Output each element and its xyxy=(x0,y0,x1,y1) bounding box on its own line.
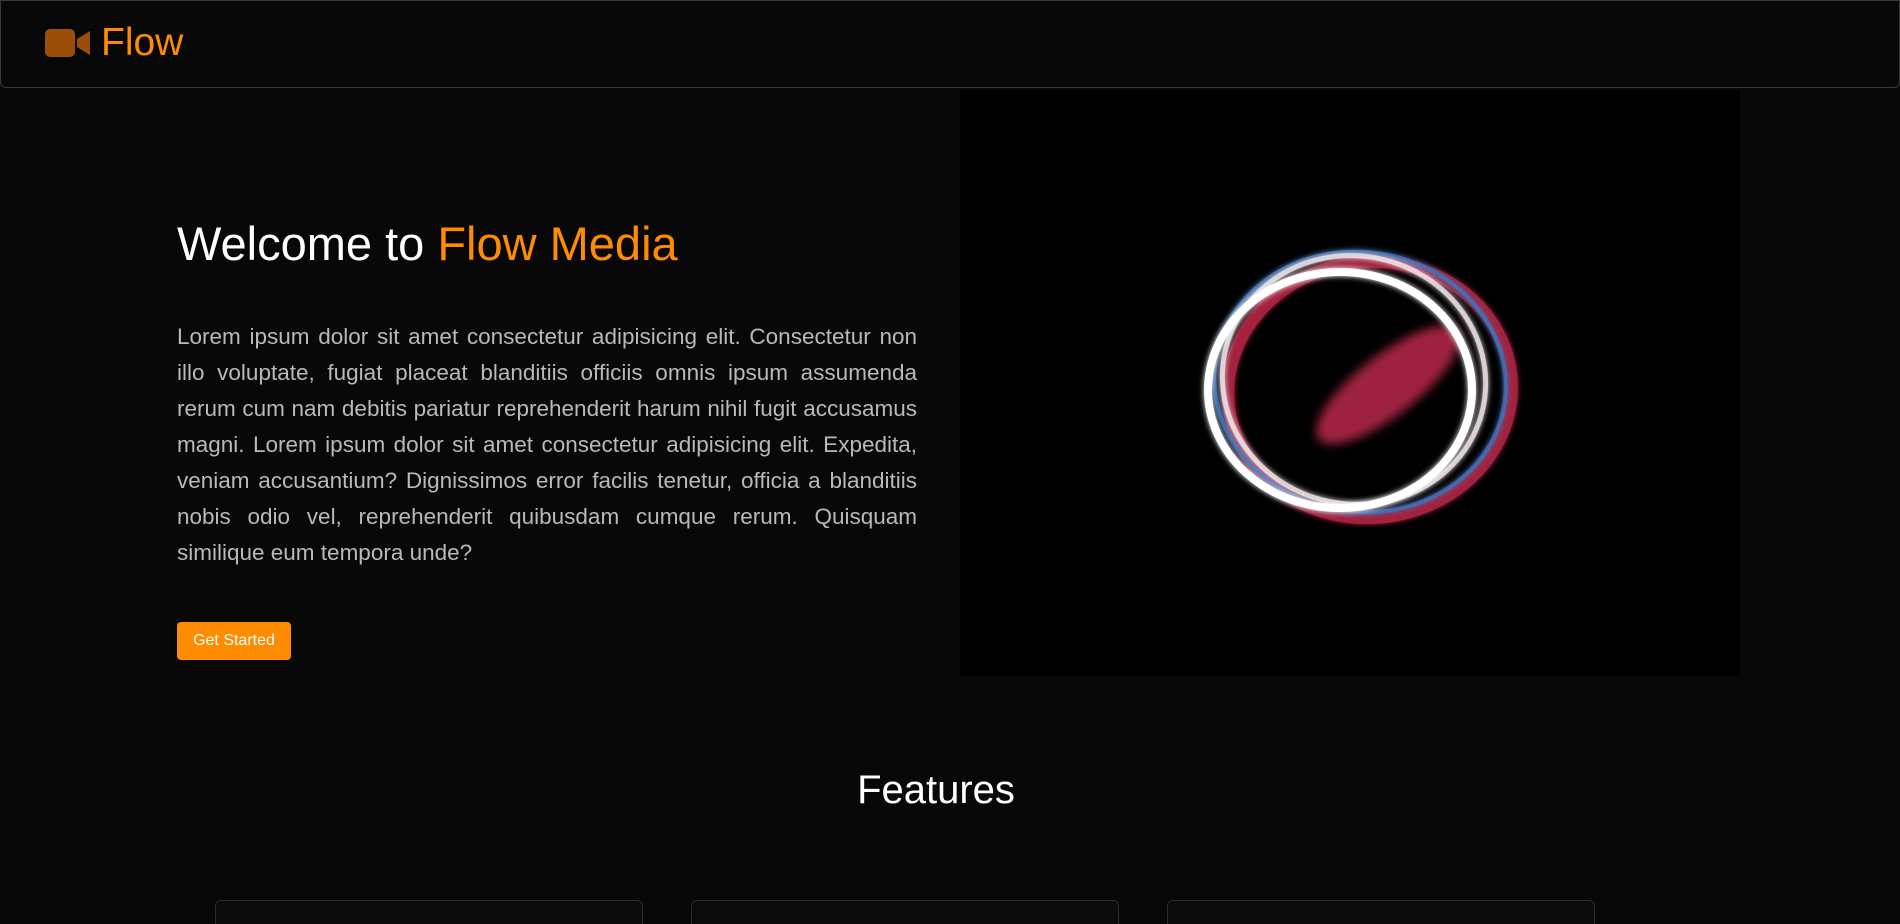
hero-title-highlight: Flow Media xyxy=(437,217,678,270)
get-started-button[interactable]: Get Started xyxy=(177,622,291,660)
feature-card xyxy=(215,900,643,924)
glowing-ring-illustration xyxy=(1204,249,1518,525)
hero-text: Welcome to Flow Media Lorem ipsum dolor … xyxy=(177,214,917,571)
hero-description: Lorem ipsum dolor sit amet consectetur a… xyxy=(177,324,917,565)
brand-logo[interactable]: Flow xyxy=(45,19,183,67)
video-camera-icon xyxy=(45,29,90,57)
hero-title-prefix: Welcome to xyxy=(177,217,438,270)
feature-card xyxy=(691,900,1119,924)
features-heading: Features xyxy=(857,768,1015,812)
hero-title: Welcome to Flow Media xyxy=(177,214,917,274)
navbar: Flow xyxy=(0,0,1900,88)
feature-card xyxy=(1167,900,1595,924)
brand-name: Flow xyxy=(101,21,184,64)
hero-image xyxy=(960,90,1740,676)
